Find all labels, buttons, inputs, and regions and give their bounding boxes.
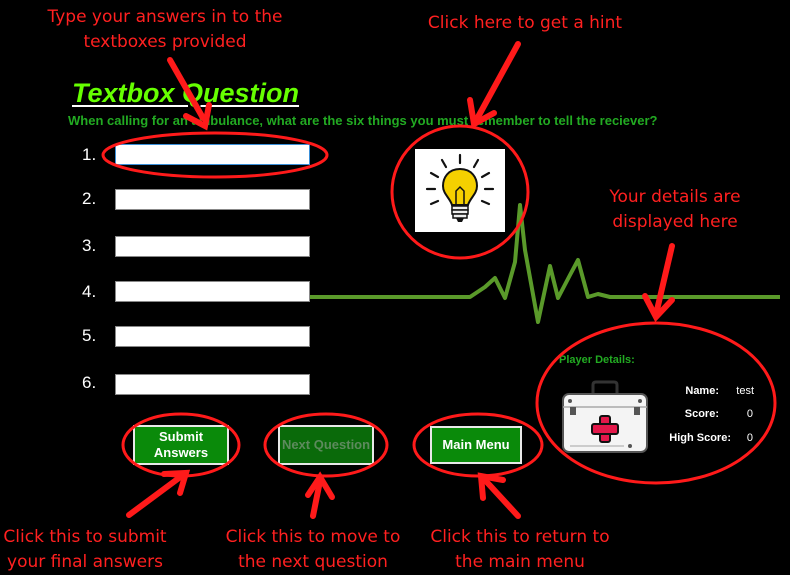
annotation-menu: Click this to return to the main menu: [430, 527, 610, 572]
annotation-type-answers: Type your answers in to the textboxes pr…: [47, 7, 283, 52]
annotation-hint: Click here to get a hint: [427, 13, 623, 33]
menu-highlight-ellipse: [412, 412, 544, 478]
annotation-details: Your details are displayed here: [609, 187, 741, 232]
hint-highlight-ellipse: [390, 124, 530, 260]
annotation-overlay: [101, 41, 777, 519]
details-highlight-ellipse: [535, 321, 777, 485]
next-highlight-ellipse: [263, 412, 389, 478]
submit-highlight-ellipse: [121, 412, 241, 478]
textbox-highlight-ellipse: [101, 131, 329, 179]
annotation-submit: Click this to submit your final answers: [3, 527, 167, 572]
annotation-next: Click this to move to the next question: [225, 527, 401, 572]
